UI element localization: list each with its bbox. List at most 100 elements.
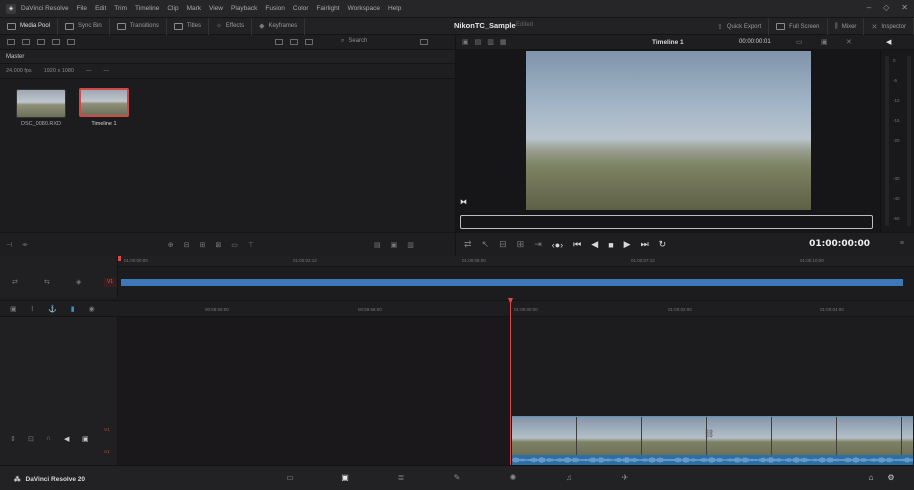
stop-icon[interactable]: ■ [608, 240, 613, 250]
track-link-icon[interactable]: ⇆ [44, 278, 50, 286]
edit-point-icon[interactable]: ⇄ [464, 239, 472, 250]
keyframes-button[interactable]: ◆ Keyframes [252, 17, 306, 35]
menu-view[interactable]: View [209, 5, 223, 12]
source-view-icon[interactable]: ▥ [407, 241, 414, 249]
fairlight-page-icon[interactable]: ♫ [564, 474, 574, 482]
deliver-page-icon[interactable]: ✈ [620, 474, 630, 482]
speaker-icon[interactable]: ◀ [64, 435, 69, 443]
titles-button[interactable]: Titles [167, 17, 209, 35]
cut-page-icon[interactable]: ▣ [340, 474, 350, 482]
slip-icon[interactable]: ⊞ [517, 239, 525, 250]
source-overwrite-icon[interactable]: ⊤ [248, 241, 254, 249]
split-icon[interactable]: ⊣ [6, 241, 12, 249]
go-to-start-icon[interactable]: ⏮ [573, 239, 581, 250]
trim-icon[interactable]: ⊟ [499, 239, 507, 250]
menu-fusion[interactable]: Fusion [265, 5, 285, 12]
play-reverse-icon[interactable]: ◀ [591, 239, 598, 250]
list-view-icon[interactable] [22, 39, 30, 45]
viewer-scrubber[interactable] [455, 210, 880, 232]
viewer-safe-icon[interactable]: ▭ [796, 38, 803, 46]
thumbnail-view-icon[interactable] [275, 39, 283, 45]
dynamic-icon[interactable]: ⇥ [534, 239, 542, 250]
panel-toggle-icon[interactable] [7, 39, 15, 45]
loop-icon[interactable]: ↻ [659, 239, 667, 250]
cursor-icon[interactable]: ↖ [482, 239, 490, 250]
menu-workspace[interactable]: Workspace [348, 5, 380, 12]
menu-clip[interactable]: Clip [167, 5, 178, 12]
timeline-view-options-icon[interactable]: ▣ [10, 305, 17, 313]
menu-playback[interactable]: Playback [231, 5, 257, 12]
audio-waveform-icon[interactable]: ⌇ [31, 305, 34, 313]
track-lock-icon[interactable]: ⇄ [12, 278, 18, 286]
track-lock-icon[interactable]: ⊡ [28, 435, 34, 443]
jog-icon[interactable]: ‹●› [552, 240, 563, 250]
playhead[interactable] [510, 300, 511, 465]
home-icon[interactable]: ⌂ [866, 474, 876, 482]
play-icon[interactable]: ▶ [624, 239, 631, 250]
timeline-menu-icon[interactable]: ≡ [900, 240, 904, 247]
inspector-button[interactable]: ✕ Inspector [864, 18, 914, 35]
viewer-dual-icon[interactable]: ▥ [487, 38, 494, 46]
menu-edit[interactable]: Edit [95, 5, 106, 12]
monitor-icon[interactable]: ▣ [82, 435, 89, 443]
smart-insert-icon[interactable]: ⊕ [168, 241, 174, 249]
edit-page-icon[interactable]: ≣ [396, 474, 406, 482]
close-up-icon[interactable]: ⊠ [215, 241, 221, 249]
upper-playhead[interactable] [118, 256, 121, 261]
track-v1-label[interactable]: V1 [104, 427, 110, 432]
bin-icon[interactable] [52, 39, 60, 45]
track-a1-label[interactable]: A1 [104, 449, 110, 454]
source-tape-icon[interactable]: ▤ [374, 241, 381, 249]
viewer-zoom-icon[interactable]: ▣ [821, 38, 828, 46]
video-clip[interactable]: ⛓ [512, 416, 913, 455]
snapping-icon[interactable]: ⚓ [48, 305, 57, 313]
full-screen-button[interactable]: Full Screen [769, 18, 828, 35]
grid-view-icon[interactable] [290, 39, 298, 45]
viewer-layout-icon[interactable]: ▤ [475, 38, 482, 46]
settings-gear-icon[interactable]: ⚙ [886, 474, 896, 482]
smart-bin-icon[interactable] [67, 39, 75, 45]
volume-icon[interactable]: ◀ [886, 38, 891, 46]
menu-app[interactable]: DaVinci Resolve [21, 5, 69, 12]
media-clip-thumbnail[interactable] [16, 89, 66, 118]
menu-timeline[interactable]: Timeline [135, 5, 159, 12]
transitions-button[interactable]: Transitions [110, 17, 167, 35]
zoom-icon[interactable]: ◉ [89, 305, 95, 313]
scrub-bar[interactable] [460, 215, 873, 229]
place-on-top-icon[interactable]: ▭ [231, 241, 238, 249]
viewer-mode-icon[interactable]: ▣ [462, 38, 469, 46]
timeline-view-icon[interactable]: ▣ [391, 241, 398, 249]
search-field[interactable]: ⌕ Search [341, 38, 367, 45]
go-to-end-icon[interactable]: ⏭ [641, 239, 649, 250]
menu-color[interactable]: Color [293, 5, 309, 12]
viewer-options-icon[interactable]: ✕ [846, 38, 852, 46]
timeline-thumbnail[interactable] [79, 88, 129, 117]
effects-button[interactable]: ✧ Effects [209, 17, 253, 35]
upper-track-v1-tag[interactable]: V1 [104, 278, 116, 287]
mixer-button[interactable]: ⫼ Mixer [828, 18, 865, 35]
metadata-view-icon[interactable] [305, 39, 313, 45]
minimize-icon[interactable]: – [867, 3, 871, 12]
color-page-icon[interactable]: ✺ [508, 474, 518, 482]
append-icon[interactable]: ⊟ [184, 241, 190, 249]
menu-trim[interactable]: Trim [114, 5, 127, 12]
import-icon[interactable] [37, 39, 45, 45]
menu-help[interactable]: Help [388, 5, 401, 12]
menu-file[interactable]: File [77, 5, 87, 12]
maximize-icon[interactable]: ◇ [883, 3, 889, 12]
rough-cut-icon[interactable]: ⌯ [22, 241, 28, 249]
sort-icon[interactable] [420, 39, 428, 45]
audio-clip[interactable] [512, 455, 913, 465]
media-page-icon[interactable]: ▭ [285, 474, 295, 482]
menu-mark[interactable]: Mark [187, 5, 201, 12]
headphones-icon[interactable]: ∩ [46, 435, 51, 442]
sync-bin-button[interactable]: Sync Bin [58, 17, 110, 35]
fusion-page-icon[interactable]: ✎ [452, 474, 462, 482]
track-audio-icon[interactable]: ◈ [76, 278, 81, 286]
upper-timeline-clip[interactable] [121, 279, 903, 286]
viewer-split-icon[interactable]: ▦ [500, 38, 507, 46]
menu-fairlight[interactable]: Fairlight [316, 5, 339, 12]
close-icon[interactable]: ✕ [901, 3, 908, 12]
media-pool-button[interactable]: Media Pool [0, 17, 59, 35]
quick-export-button[interactable]: ⇧ Quick Export [710, 18, 770, 35]
